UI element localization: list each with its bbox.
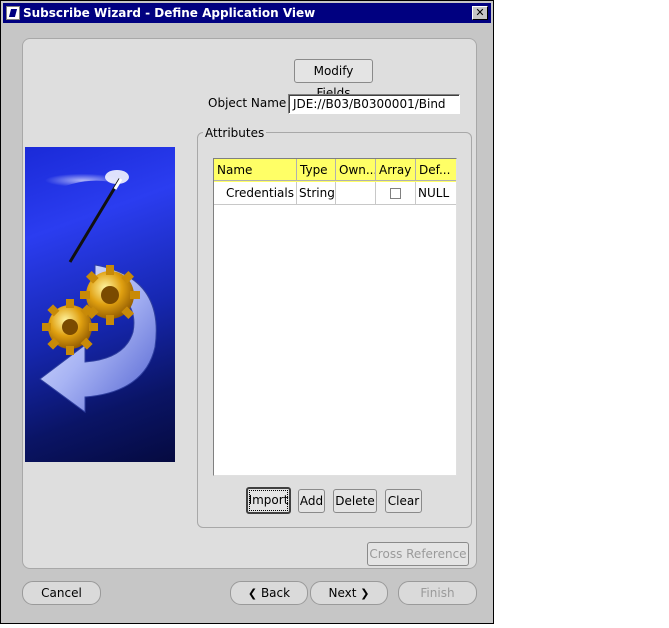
close-icon: ✕ xyxy=(475,6,485,19)
chevron-left-icon: ❮ xyxy=(247,587,258,600)
clear-button[interactable]: Clear xyxy=(385,489,422,513)
cell-array[interactable] xyxy=(376,182,416,205)
window-title: Subscribe Wizard - Define Application Vi… xyxy=(23,6,316,20)
chevron-right-icon: ❯ xyxy=(360,587,370,600)
back-button[interactable]: ❮ Back xyxy=(230,581,308,605)
cancel-button[interactable]: Cancel xyxy=(22,581,101,605)
column-header-array[interactable]: Array xyxy=(376,159,416,181)
finish-button[interactable]: Finish xyxy=(398,581,477,605)
wizard-graphic xyxy=(25,147,175,462)
array-checkbox[interactable] xyxy=(390,188,401,199)
cell-owner[interactable] xyxy=(336,182,376,205)
import-button[interactable]: Import xyxy=(246,487,291,514)
attributes-group-title: Attributes xyxy=(203,126,267,140)
modify-fields-button[interactable]: Modify Fields xyxy=(294,59,373,100)
wizard-gears-arrow-icon xyxy=(39,166,157,413)
cross-reference-button[interactable]: Cross Reference xyxy=(367,542,469,566)
back-label: Back xyxy=(260,586,291,600)
next-label: Next xyxy=(328,586,357,600)
object-name-label: Object Name xyxy=(208,96,287,110)
add-button[interactable]: Add xyxy=(298,489,325,513)
attributes-table[interactable]: Name Type Own... Array Def... Credential… xyxy=(213,158,457,476)
column-header-name[interactable]: Name xyxy=(214,159,297,181)
table-header: Name Type Own... Array Def... xyxy=(214,159,456,182)
cell-name[interactable]: Credentials xyxy=(214,182,297,205)
object-name-field[interactable]: JDE://B03/B0300001/Bind xyxy=(288,94,460,114)
close-button[interactable]: ✕ xyxy=(472,6,488,20)
column-header-owner[interactable]: Own... xyxy=(336,159,376,181)
cell-type[interactable]: String xyxy=(297,182,336,205)
column-header-type[interactable]: Type xyxy=(297,159,336,181)
delete-button[interactable]: Delete xyxy=(333,489,377,513)
column-header-default[interactable]: Def... xyxy=(416,159,456,181)
app-icon xyxy=(6,6,20,20)
title-bar[interactable]: Subscribe Wizard - Define Application Vi… xyxy=(3,3,491,23)
next-button[interactable]: Next ❯ xyxy=(310,581,388,605)
cell-default[interactable]: NULL xyxy=(416,182,456,205)
